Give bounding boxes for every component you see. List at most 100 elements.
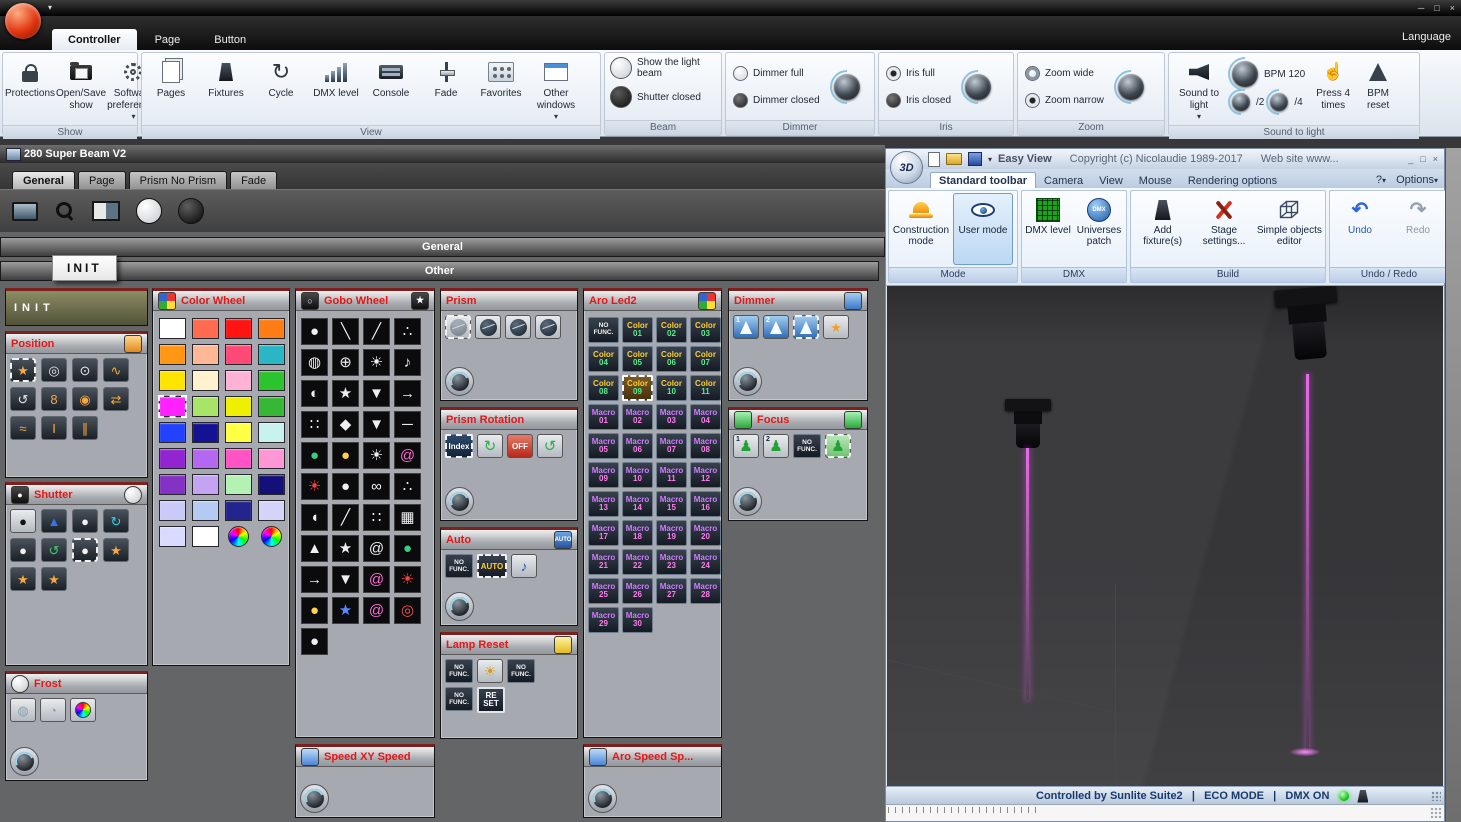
aro-led2-button[interactable]: Color 05 <box>622 346 653 372</box>
aro-led2-button[interactable]: Color 03 <box>690 317 721 343</box>
press-4-times-button[interactable]: Press 4 times <box>1310 55 1356 111</box>
dimmer-full-option[interactable]: Dimmer full <box>730 64 823 83</box>
show-light-beam-button[interactable]: Show the light beam <box>607 55 719 81</box>
quick-access-caret-icon[interactable]: ▾ <box>48 3 52 12</box>
dimmer-preset1-button[interactable]: 1 <box>733 315 759 339</box>
prism-rotation-dial[interactable] <box>445 487 474 516</box>
aro-led2-button[interactable]: Macro 12 <box>690 462 721 488</box>
zoom-wide-option[interactable]: Zoom wide <box>1022 64 1107 83</box>
gobo-button[interactable]: ╲ <box>332 318 359 345</box>
position-option-button[interactable]: ◉ <box>72 387 98 411</box>
gobo-button[interactable]: ♪ <box>394 349 421 376</box>
monitor-icon[interactable] <box>12 201 38 221</box>
3d-viewport[interactable] <box>887 286 1443 789</box>
dmx-level-view-button[interactable]: DMX level <box>1024 193 1072 265</box>
aro-led2-button[interactable]: Color 08 <box>588 375 619 401</box>
aro-led2-button[interactable]: Macro 17 <box>588 520 619 546</box>
color-swatch-button[interactable] <box>192 474 219 495</box>
aro-led2-button[interactable]: Macro 26 <box>622 578 653 604</box>
color-swatch-button[interactable] <box>225 448 252 469</box>
tab-mouse[interactable]: Mouse <box>1131 173 1180 188</box>
bpm-div2-knob[interactable] <box>1232 93 1250 111</box>
tab-prism-no-prism[interactable]: Prism No Prism <box>128 171 228 189</box>
auto-sound-button[interactable]: ♪ <box>511 554 537 578</box>
undo-button[interactable]: Undo <box>1332 193 1388 265</box>
shutter-option-button[interactable]: ● <box>10 538 36 562</box>
gobo-button[interactable]: ∴ <box>394 473 421 500</box>
color-swatch-button[interactable] <box>159 344 186 365</box>
open-save-show-button[interactable]: Open/Save show <box>56 55 106 111</box>
gobo-button[interactable]: ∞ <box>363 473 390 500</box>
dimmer-flash-button[interactable]: ★ <box>823 315 849 339</box>
zoom-knob[interactable] <box>1117 73 1144 100</box>
lamp-no-func-button[interactable]: NO FUNC. <box>445 659 473 683</box>
aro-led2-button[interactable]: Color 02 <box>656 317 687 343</box>
aro-led2-button[interactable]: Color 04 <box>588 346 619 372</box>
color-swatch-button[interactable] <box>158 395 187 418</box>
resize-grip-icon[interactable] <box>1431 791 1441 801</box>
iris-full-option[interactable]: Iris full <box>883 64 954 83</box>
protections-button[interactable]: Protections <box>5 55 55 100</box>
color-swatch-button[interactable] <box>225 318 252 339</box>
position-option-button[interactable]: ∿ <box>103 358 129 382</box>
color-swatch-button[interactable] <box>159 422 186 443</box>
other-windows-button[interactable]: Other windows <box>529 55 583 123</box>
lamp-on-button[interactable]: ☀ <box>477 659 503 683</box>
reset-button[interactable]: RE SET <box>477 687 505 713</box>
color-swatch-button[interactable] <box>225 396 252 417</box>
beam-closed-button[interactable] <box>178 198 204 224</box>
color-swatch-button[interactable] <box>225 474 252 495</box>
color-swatch-button[interactable] <box>228 526 249 547</box>
cycle-button[interactable]: Cycle <box>254 55 308 100</box>
color-swatch-button[interactable] <box>159 448 186 469</box>
construction-mode-button[interactable]: Construction mode <box>891 193 951 265</box>
aro-speed-dial[interactable] <box>588 784 617 813</box>
aro-led2-button[interactable]: Macro 29 <box>588 607 619 633</box>
iris-closed-option[interactable]: Iris closed <box>883 91 954 110</box>
app-titlebar[interactable]: Sunlite Suite2 - Copyright(C) 1989-2017 … <box>0 0 1461 28</box>
auto-dial[interactable] <box>445 592 474 621</box>
options-menu[interactable]: Options <box>1396 174 1438 186</box>
gobo-button[interactable]: ◐ <box>301 380 328 407</box>
beam-open-button[interactable] <box>136 198 162 224</box>
color-swatch-button[interactable] <box>192 526 219 547</box>
gobo-button[interactable]: ╱ <box>363 318 390 345</box>
color-swatch-button[interactable] <box>258 422 285 443</box>
dmx-level-button[interactable]: DMX level <box>309 55 363 100</box>
color-swatch-button[interactable] <box>258 474 285 495</box>
universes-patch-button[interactable]: DMX Universes patch <box>1074 193 1124 265</box>
aro-led2-button[interactable]: Macro 01 <box>588 404 619 430</box>
tab-page[interactable]: Page <box>139 29 197 50</box>
gobo-button[interactable]: ▲ <box>301 535 328 562</box>
aro-led2-button[interactable]: Macro 06 <box>622 433 653 459</box>
color-swatch-button[interactable] <box>258 344 285 365</box>
tab-rendering-options[interactable]: Rendering options <box>1180 173 1285 188</box>
gobo-button[interactable]: ☀ <box>363 349 390 376</box>
position-option-button[interactable]: ⊙ <box>72 358 98 382</box>
tab-fade[interactable]: Fade <box>230 171 278 189</box>
timeline-bar[interactable] <box>886 804 1444 821</box>
aro-led2-button[interactable]: Macro 14 <box>622 491 653 517</box>
aro-led2-button[interactable]: Color 07 <box>690 346 721 372</box>
aro-led2-button[interactable]: Macro 28 <box>690 578 721 604</box>
search-icon[interactable] <box>54 200 76 222</box>
color-swatch-button[interactable] <box>159 474 186 495</box>
dimmer-knob[interactable] <box>833 73 860 100</box>
focus-dial[interactable] <box>733 487 762 516</box>
prism-index-button[interactable]: Index <box>445 434 473 458</box>
toolbar-options-caret-icon[interactable] <box>988 153 992 165</box>
color-swatch-button[interactable] <box>258 448 285 469</box>
gobo-button[interactable]: @ <box>363 597 390 624</box>
fade-button[interactable]: Fade <box>419 55 473 100</box>
gobo-button[interactable]: ☀ <box>363 442 390 469</box>
color-swatch-button[interactable] <box>192 370 219 391</box>
gobo-button[interactable]: ⊕ <box>332 349 359 376</box>
tab-button[interactable]: Button <box>198 29 262 50</box>
gobo-button[interactable]: ● <box>301 597 328 624</box>
maximize-button[interactable]: □ <box>1434 1 1439 16</box>
dimmer-dial[interactable] <box>733 367 762 396</box>
gobo-button[interactable]: ∷ <box>301 411 328 438</box>
focus-preset2-button[interactable]: 2 ♟ <box>763 434 789 458</box>
gobo-button[interactable]: ● <box>301 628 328 655</box>
gobo-button[interactable]: ∴ <box>394 318 421 345</box>
